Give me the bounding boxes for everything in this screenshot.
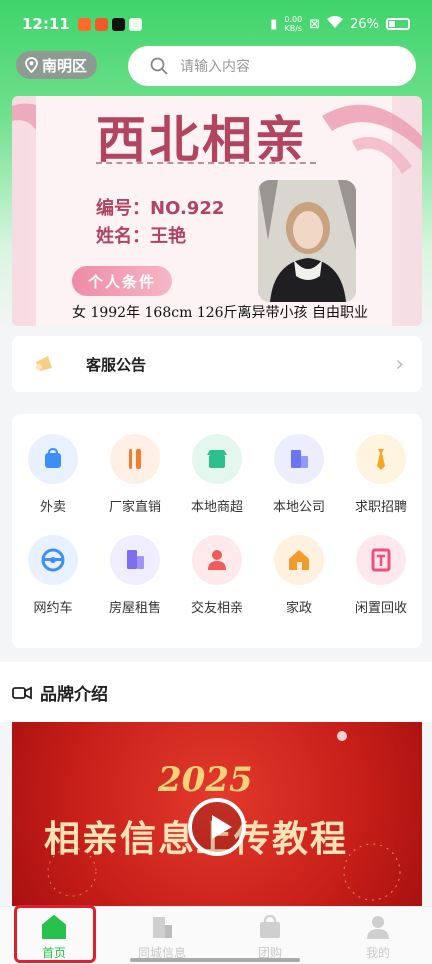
brand-section: 品牌介绍 <box>0 662 432 722</box>
notice-bar[interactable]: 客服公告 › <box>12 336 422 392</box>
category-label: 本地商超 <box>190 500 243 515</box>
tiktok-icon <box>111 17 125 31</box>
network-speed-value: 0.00 <box>284 15 303 24</box>
status-bar: 12:11 ▮ 0.00 KB/s ⊠ 26% <box>0 0 432 48</box>
banner-tag: 个人条件 <box>72 266 172 296</box>
banner-description: 女 1992年 168cm 126斤离异带小孩 自由职业 <box>72 305 368 321</box>
category-item[interactable]: 厂家直销 <box>94 434 176 515</box>
tab-group-buy[interactable]: 团购 <box>216 907 324 964</box>
category-item[interactable]: 求职招聘 <box>340 434 422 515</box>
banner-divider <box>96 162 316 164</box>
category-grid-card: 外卖 厂家直销 本地商超 本地公司 求职招聘网约车 房屋租售 交友相亲 家政 闲置回收 <box>12 414 422 648</box>
home-indicator <box>130 958 300 962</box>
network-speed: 0.00 KB/s <box>284 15 302 33</box>
category-item[interactable]: 房屋租售 <box>94 535 176 616</box>
promo-banner[interactable]: 西北相亲 编号：NO.922 姓名：王艳 个人条件 女 1992年 168cm … <box>12 96 422 326</box>
status-right: ▮ 0.00 KB/s ⊠ 26% <box>270 15 410 33</box>
category-item[interactable]: 外卖 <box>12 434 94 515</box>
person-photo-icon <box>258 180 356 302</box>
chevron-right-icon[interactable]: › <box>395 352 404 377</box>
building-icon <box>274 434 324 484</box>
battery-percent: 26% <box>350 16 379 32</box>
tie-icon <box>356 434 406 484</box>
battery-icon <box>386 18 410 30</box>
category-label: 厂家直销 <box>108 500 161 515</box>
category-item[interactable]: 交友相亲 <box>176 535 258 616</box>
category-label: 房屋租售 <box>108 601 161 616</box>
store-icon <box>192 434 242 484</box>
tab-profile[interactable]: 我的 <box>324 907 432 964</box>
app-notification-icon <box>94 17 108 31</box>
category-label: 本地公司 <box>272 500 325 515</box>
category-label: 闲置回收 <box>354 601 407 616</box>
search-input[interactable]: 请输入内容 <box>128 46 416 86</box>
category-label: 家政 <box>285 601 312 616</box>
category-label: 外卖 <box>39 500 66 515</box>
tab-profile-label: 我的 <box>365 946 390 960</box>
video-year: 2025 <box>158 760 253 800</box>
category-grid: 外卖 厂家直销 本地商超 本地公司 求职招聘网约车 房屋租售 交友相亲 家政 闲置回收 <box>12 434 422 616</box>
location-pin-icon <box>25 57 38 73</box>
category-item[interactable]: 闲置回收 <box>340 535 422 616</box>
search-placeholder: 请输入内容 <box>180 59 250 75</box>
tab-city-info[interactable]: 同城信息 <box>108 907 216 964</box>
user-icon <box>367 916 389 939</box>
house-icon <box>274 535 324 585</box>
megaphone-icon <box>36 356 52 371</box>
app-notification-icon <box>77 17 91 31</box>
location-label: 南明区 <box>42 56 88 75</box>
vibrate-icon: ▮ <box>270 16 278 32</box>
status-app-icons <box>77 17 142 31</box>
category-label: 交友相亲 <box>190 601 243 616</box>
banner-number: 编号：NO.922 <box>96 198 225 219</box>
profile-photo <box>258 180 356 302</box>
play-button[interactable] <box>188 798 246 856</box>
shopping-bag-icon <box>28 434 78 484</box>
header: 南明区 请输入内容 <box>0 46 432 86</box>
steering-wheel-icon <box>28 535 78 585</box>
people-heart-icon <box>192 535 242 585</box>
network-speed-unit: KB/s <box>284 24 303 33</box>
category-label: 求职招聘 <box>354 500 407 515</box>
category-item[interactable]: 家政 <box>258 535 340 616</box>
recycle-door-icon <box>356 535 406 585</box>
app-notification-icon <box>128 17 142 31</box>
category-item[interactable]: 本地商超 <box>176 434 258 515</box>
video-camera-icon <box>12 686 32 699</box>
city-icon <box>153 917 172 938</box>
wifi-icon <box>327 16 344 32</box>
no-sim-icon: ⊠ <box>309 16 321 32</box>
category-item[interactable]: 网约车 <box>12 535 94 616</box>
tab-home-highlight <box>14 905 96 963</box>
location-button[interactable]: 南明区 <box>16 51 98 79</box>
ribbon-decoration <box>322 104 422 174</box>
search-icon <box>150 57 168 75</box>
status-time: 12:11 <box>22 15 70 33</box>
fork-knife-icon <box>110 434 160 484</box>
category-label: 网约车 <box>33 601 73 616</box>
notice-label: 客服公告 <box>86 355 147 374</box>
brand-title: 品牌介绍 <box>40 685 108 705</box>
brand-video[interactable]: 2025 相亲信息上传教程 <box>12 722 422 906</box>
bag-icon <box>260 914 280 938</box>
category-item[interactable]: 本地公司 <box>258 434 340 515</box>
apartment-icon <box>110 535 160 585</box>
banner-name: 姓名：王艳 <box>96 226 186 247</box>
brand-heading: 品牌介绍 <box>12 680 108 705</box>
